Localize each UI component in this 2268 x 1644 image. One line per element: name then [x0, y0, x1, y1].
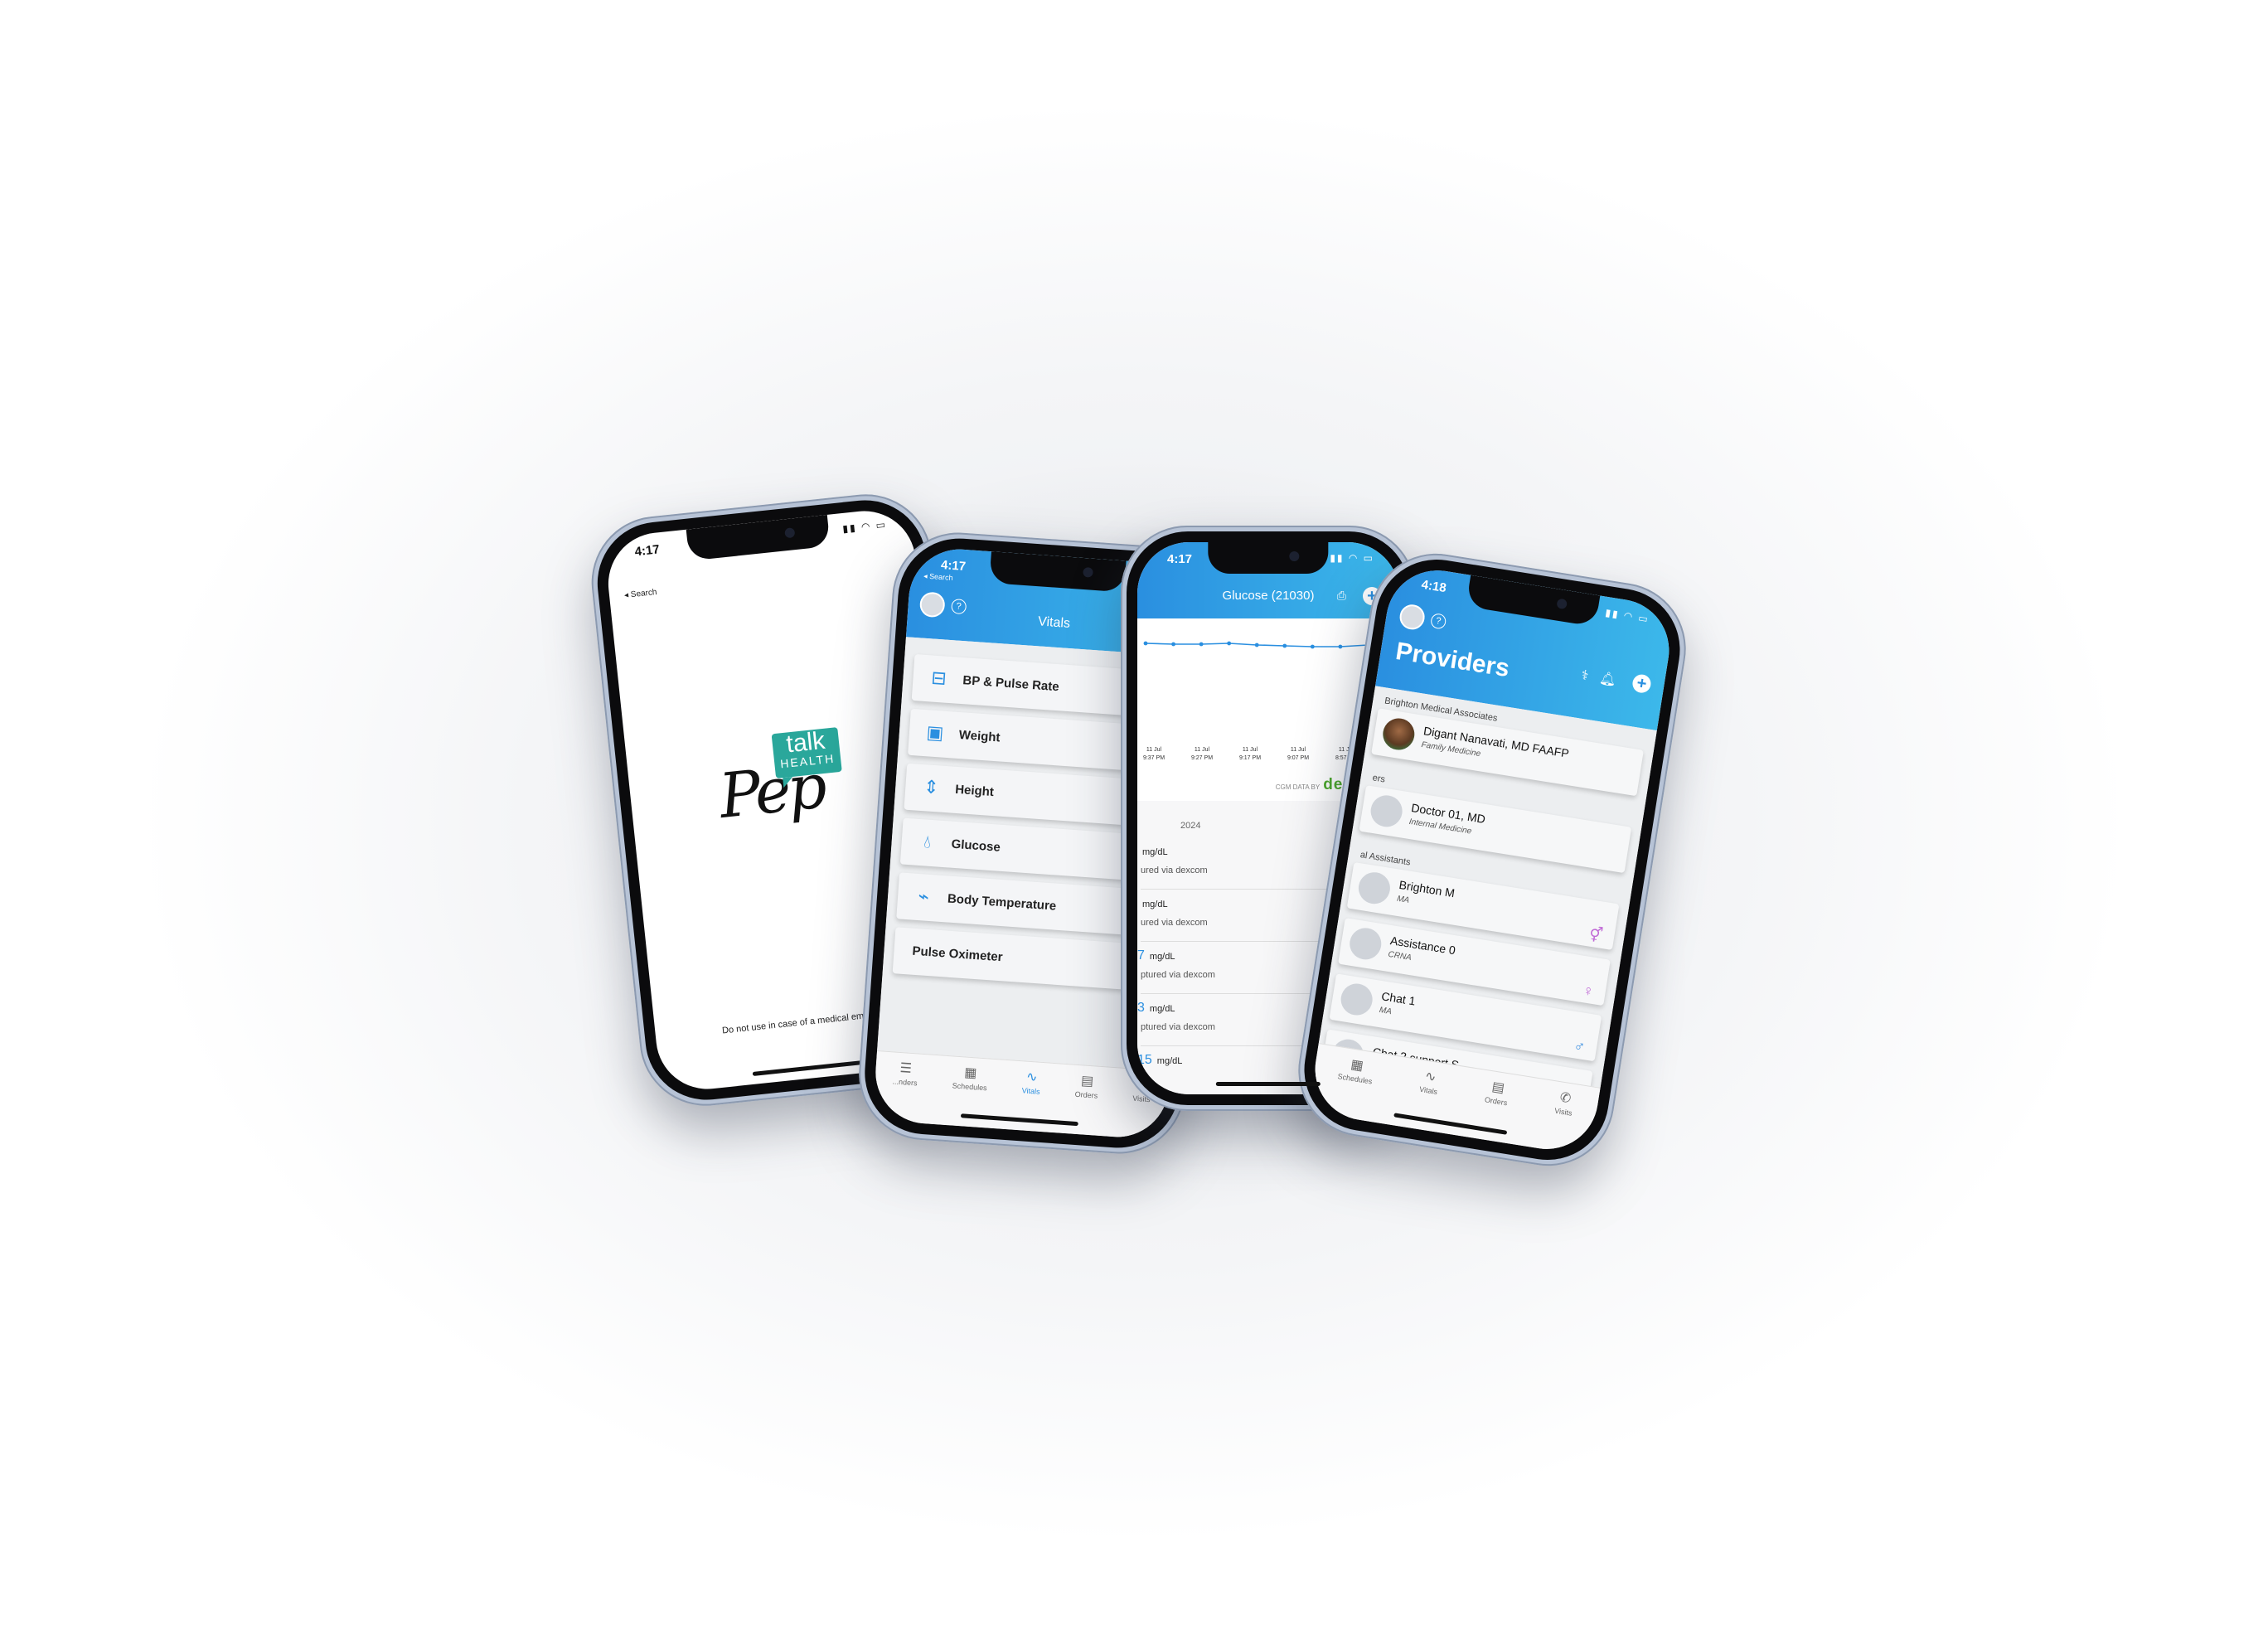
- glucose-point: [1171, 642, 1175, 647]
- reading-source: ured via dexcom: [1141, 866, 1208, 875]
- signal-icons: ▮▮ ◠ ▭: [841, 518, 888, 536]
- x-tick-label: 11 Jul: [1243, 747, 1258, 753]
- tab-label: ...nders: [892, 1077, 918, 1088]
- thermometer-icon: ⌁: [917, 885, 930, 907]
- cgm-label: CGM DATA BY: [1275, 783, 1321, 791]
- provider-avatar: [1356, 870, 1393, 906]
- reading-source: ptured via dexcom: [1141, 1022, 1215, 1032]
- status-time: 4:17: [1167, 552, 1193, 566]
- x-tick-label: 11 Jul: [1195, 747, 1210, 753]
- status-time: 4:17: [940, 557, 967, 575]
- providers-icon: ☰: [899, 1061, 913, 1076]
- x-tick-label: 9:37 PM: [1143, 755, 1165, 761]
- provider-name: Chat 1: [1380, 989, 1417, 1008]
- logo-bubble: talk HEALTH: [771, 727, 842, 778]
- provider-avatar: [1368, 793, 1405, 830]
- signal-icons: ▮▮ ◠ ▭: [1604, 606, 1650, 626]
- gender-icon: ♀: [1581, 982, 1596, 1001]
- reading-source: ptured via dexcom: [1141, 970, 1215, 980]
- back-link[interactable]: ◂ Search: [624, 588, 657, 600]
- glucose-point: [1143, 641, 1148, 646]
- reading-unit: mg/dL: [1142, 847, 1168, 857]
- add-icon[interactable]: +: [1631, 673, 1653, 695]
- reading-number: 7: [1137, 948, 1145, 963]
- notch: [1208, 542, 1329, 574]
- document-icon: ▤: [1490, 1079, 1506, 1096]
- stethoscope-icon[interactable]: ⚕: [1580, 667, 1590, 684]
- vital-label: Body Temperature: [947, 891, 1057, 914]
- home-indicator: [1215, 1082, 1321, 1086]
- provider-role: MA: [1396, 894, 1410, 905]
- reading-value: 3 mg/dL: [1137, 1001, 1175, 1016]
- x-tick-label: 9:27 PM: [1191, 755, 1213, 761]
- reading-unit: mg/dL: [1149, 952, 1175, 962]
- scale-icon: ▣: [925, 721, 945, 744]
- reading-unit: mg/dL: [1156, 1056, 1183, 1066]
- tab-orders[interactable]: ▤ Orders: [1072, 1072, 1099, 1136]
- reading-unit: mg/dL: [1142, 900, 1168, 909]
- glucose-point: [1254, 643, 1259, 647]
- tab-visits[interactable]: ✆Visits: [1548, 1089, 1576, 1152]
- pulse-icon: ∿: [1025, 1069, 1039, 1085]
- tab-label: Orders: [1074, 1089, 1098, 1100]
- pulse-icon: ∿: [1423, 1069, 1437, 1085]
- x-tick-label: 9:17 PM: [1239, 755, 1261, 761]
- glucose-point: [1227, 641, 1232, 646]
- status-time: 4:17: [633, 542, 661, 560]
- reading-value: mg/dL: [1137, 896, 1168, 911]
- status-time: 4:18: [1420, 577, 1447, 596]
- help-icon[interactable]: ?: [1429, 613, 1447, 630]
- provider-avatar: [1380, 715, 1418, 753]
- reading-value: 15 mg/dL: [1137, 1053, 1182, 1068]
- document-icon: ▤: [1080, 1074, 1094, 1089]
- height-icon: ⇕: [923, 776, 940, 798]
- tab-label: Schedules: [952, 1081, 987, 1093]
- gender-icon: ⚥: [1587, 925, 1604, 944]
- phone-icon: ✆: [1558, 1090, 1573, 1107]
- reading-value: 7 mg/dL: [1137, 948, 1175, 963]
- glucose-point: [1199, 642, 1204, 647]
- glucose-point: [1338, 644, 1343, 649]
- provider-role: CRNA: [1387, 949, 1413, 963]
- home-indicator: [752, 1059, 876, 1076]
- providers-list: Brighton Medical Associates Digant Nanava…: [1318, 686, 1657, 1118]
- reading-number: 3: [1137, 1001, 1145, 1015]
- tab-label: Vitals: [1418, 1084, 1438, 1097]
- vital-label: BP & Pulse Rate: [962, 673, 1060, 695]
- page-title: Providers: [1393, 637, 1512, 683]
- page-title: Glucose (21030): [1222, 589, 1315, 603]
- gender-icon: ♂: [1573, 1037, 1587, 1056]
- peptalk-logo: Pep talk HEALTH: [709, 722, 860, 844]
- tab-label: Visits: [1553, 1106, 1573, 1118]
- vital-label: Glucose: [951, 837, 1001, 855]
- provider-avatar: [1347, 925, 1384, 963]
- x-tick-label: 9:07 PM: [1287, 755, 1309, 761]
- vital-label: Weight: [958, 727, 1001, 745]
- vital-label: Height: [954, 782, 995, 800]
- drop-icon: 💧︎: [923, 831, 933, 852]
- reading-unit: mg/dL: [1149, 1004, 1175, 1014]
- reading-value: mg/dL: [1137, 844, 1168, 859]
- bell-icon[interactable]: 🔔︎: [1598, 670, 1617, 689]
- provider-role: MA: [1379, 1006, 1393, 1017]
- calendar-icon: ▦: [963, 1065, 977, 1081]
- signal-icons: ▮▮ ◠ ▭: [1330, 552, 1374, 564]
- tab-schedules[interactable]: ▦ Schedules: [1331, 1054, 1375, 1121]
- glucose-series-line: [1145, 643, 1397, 647]
- bp-monitor-icon: ⊟: [930, 667, 947, 689]
- x-tick-label: 11 Jul: [1146, 747, 1162, 753]
- reading-number: 15: [1137, 1053, 1152, 1067]
- tab-label: Vitals: [1021, 1086, 1040, 1096]
- vital-label: Pulse Oximeter: [911, 943, 1004, 965]
- provider-avatar: [1338, 981, 1375, 1018]
- tab-providers[interactable]: ☰ ...nders: [889, 1059, 918, 1123]
- print-icon[interactable]: ⎙: [1337, 589, 1346, 603]
- reading-source: ured via dexcom: [1141, 918, 1208, 928]
- x-tick-label: 11 Jul: [1291, 747, 1306, 753]
- avatar[interactable]: [1398, 603, 1427, 632]
- tab-label: Orders: [1484, 1095, 1509, 1108]
- glucose-point: [1282, 643, 1287, 648]
- glucose-point: [1310, 644, 1315, 649]
